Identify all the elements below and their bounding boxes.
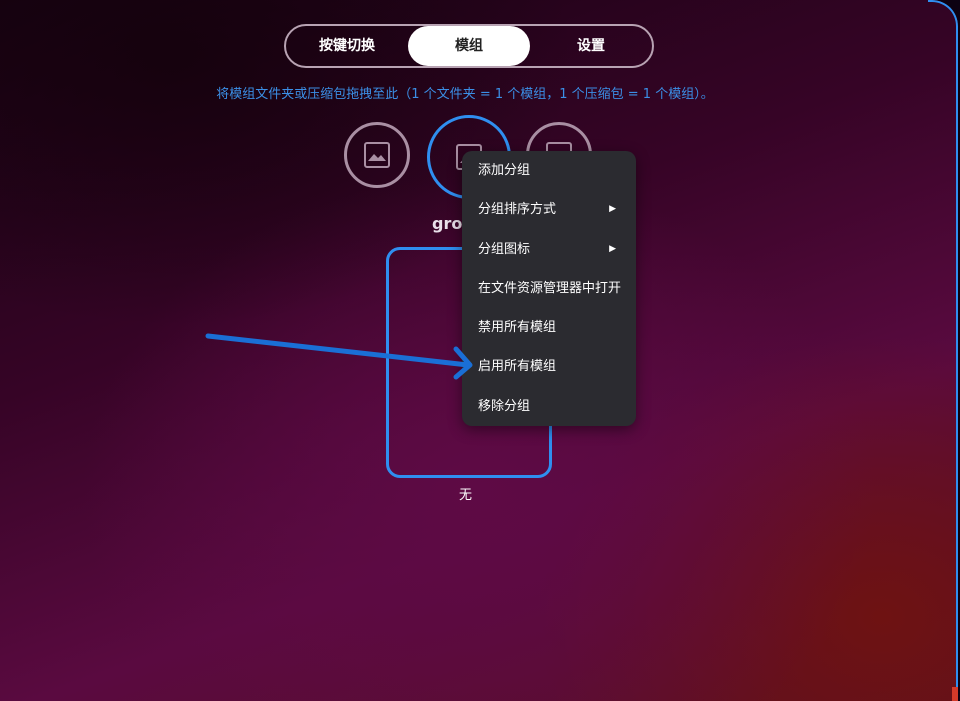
tab-settings[interactable]: 设置 [530, 26, 652, 66]
group-button-1[interactable] [344, 122, 410, 188]
menu-item-group-sort[interactable]: 分组排序方式 ▶ [462, 190, 636, 229]
menu-item-remove-group[interactable]: 移除分组 [462, 387, 636, 426]
menu-item-label: 分组排序方式 [478, 202, 557, 218]
app-window: 按键切换 模组 设置 将模组文件夹或压缩包拖拽至此（1 个文件夹 = 1 个模组… [0, 0, 958, 701]
tab-key-switch[interactable]: 按键切换 [286, 26, 408, 66]
menu-item-label: 启用所有模组 [478, 359, 557, 375]
menu-item-group-icon[interactable]: 分组图标 ▶ [462, 230, 636, 269]
menu-item-label: 添加分组 [478, 163, 531, 178]
window-border [928, 0, 958, 701]
drop-hint: 将模组文件夹或压缩包拖拽至此（1 个文件夹 = 1 个模组，1 个压缩包 = 1… [216, 87, 714, 102]
menu-item-label: 分组图标 [478, 241, 531, 257]
context-menu: 添加分组 分组排序方式 ▶ 分组图标 ▶ 在文件资源管理器中打开 禁用所有模组 … [462, 151, 636, 426]
mod-card-caption: 无 [459, 488, 473, 503]
image-icon [364, 142, 390, 168]
menu-item-disable-all-mods[interactable]: 禁用所有模组 [462, 308, 636, 347]
menu-item-label: 在文件资源管理器中打开 [478, 280, 622, 296]
menu-item-enable-all-mods[interactable]: 启用所有模组 [462, 347, 636, 386]
corner-accent [952, 687, 958, 701]
menu-item-label: 禁用所有模组 [478, 320, 557, 336]
tab-bar: 按键切换 模组 设置 [284, 24, 654, 68]
menu-item-label: 移除分组 [478, 398, 531, 414]
menu-item-open-in-explorer[interactable]: 在文件资源管理器中打开 [462, 269, 636, 308]
submenu-arrow-icon: ▶ [609, 204, 616, 215]
submenu-arrow-icon: ▶ [609, 243, 616, 254]
tab-mods[interactable]: 模组 [408, 26, 530, 66]
menu-item-add-group[interactable]: 添加分组 [462, 151, 636, 190]
